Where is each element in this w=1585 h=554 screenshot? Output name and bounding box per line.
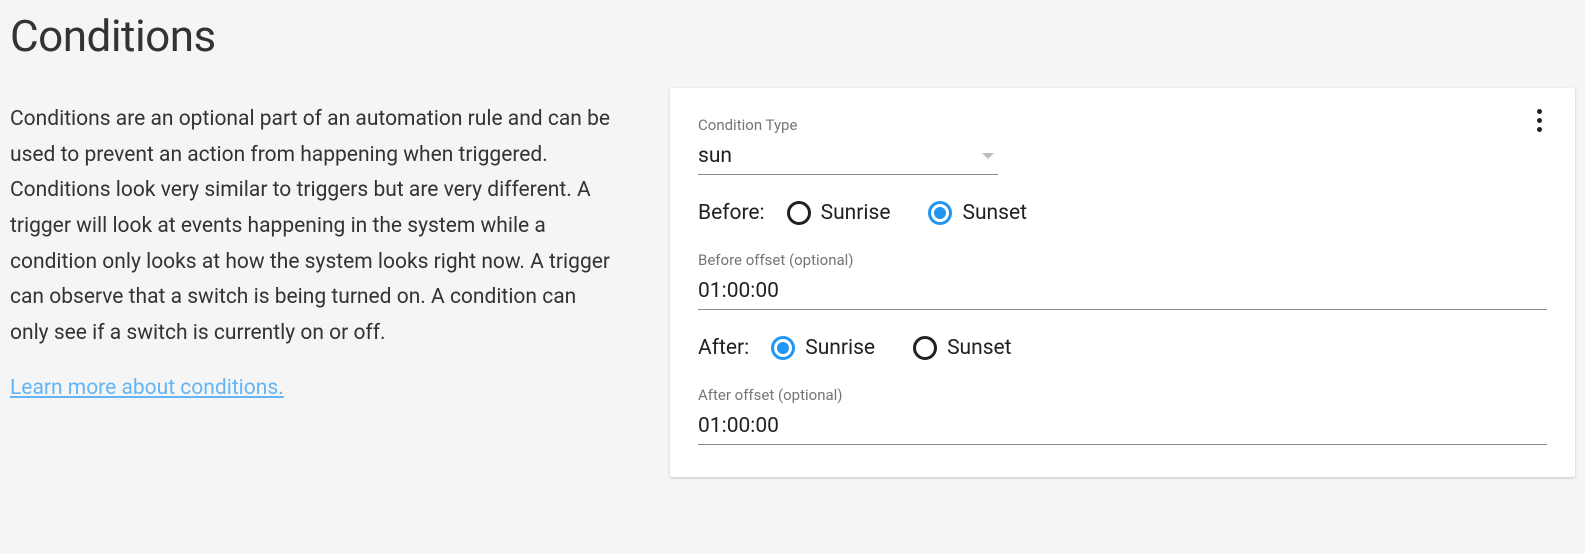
- condition-type-value: sun: [698, 144, 982, 168]
- before-radio-group: Before: Sunrise Sunset: [698, 201, 1547, 225]
- before-offset-label: Before offset (optional): [698, 251, 1547, 269]
- page-title: Conditions: [10, 10, 610, 62]
- after-offset-label: After offset (optional): [698, 386, 1547, 404]
- after-sunset-radio[interactable]: Sunset: [913, 336, 1012, 360]
- after-label: After:: [698, 336, 749, 360]
- after-offset-input[interactable]: [698, 410, 1547, 445]
- after-radio-group: After: Sunrise Sunset: [698, 336, 1547, 360]
- radio-icon: [928, 201, 952, 225]
- after-sunset-label: Sunset: [947, 336, 1012, 360]
- radio-icon: [913, 336, 937, 360]
- condition-type-label: Condition Type: [698, 116, 1547, 134]
- after-sunrise-label: Sunrise: [805, 336, 875, 360]
- radio-icon: [771, 336, 795, 360]
- conditions-description: Conditions are an optional part of an au…: [10, 102, 610, 352]
- before-sunset-radio[interactable]: Sunset: [928, 201, 1027, 225]
- after-sunrise-radio[interactable]: Sunrise: [771, 336, 875, 360]
- learn-more-link[interactable]: Learn more about conditions.: [10, 376, 284, 400]
- chevron-down-icon: [982, 153, 994, 159]
- condition-card: Condition Type sun Before: Sunrise Sunse…: [670, 88, 1575, 477]
- condition-type-select[interactable]: sun: [698, 140, 998, 175]
- dots-vertical-icon: [1537, 109, 1542, 114]
- before-offset-input[interactable]: [698, 275, 1547, 310]
- radio-icon: [787, 201, 811, 225]
- before-sunset-label: Sunset: [962, 201, 1027, 225]
- before-label: Before:: [698, 201, 765, 225]
- before-sunrise-label: Sunrise: [821, 201, 891, 225]
- more-options-button[interactable]: [1521, 102, 1557, 138]
- before-sunrise-radio[interactable]: Sunrise: [787, 201, 891, 225]
